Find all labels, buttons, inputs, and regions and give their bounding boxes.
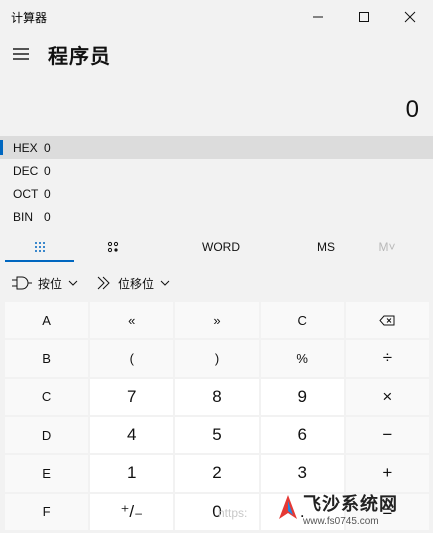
key-modulo[interactable]: %: [260, 340, 344, 377]
base-row-bin[interactable]: BIN 0: [0, 205, 433, 228]
close-button[interactable]: [387, 0, 433, 34]
maximize-icon: [359, 12, 369, 22]
key-rotate-left[interactable]: «: [90, 302, 174, 339]
base-label: OCT: [13, 186, 39, 201]
key-2[interactable]: 2: [175, 455, 259, 492]
tab-active-line: [5, 260, 74, 262]
key-9[interactable]: 9: [260, 378, 344, 415]
base-row-dec[interactable]: DEC 0: [0, 159, 433, 182]
key-open-paren[interactable]: (: [90, 340, 174, 377]
key-close-paren[interactable]: ): [175, 340, 259, 377]
key-5[interactable]: 5: [175, 416, 259, 454]
title-bar: 计算器: [0, 0, 433, 34]
keypad-tabs: WORD MS M˅: [0, 232, 433, 262]
key-d[interactable]: D: [5, 416, 89, 454]
key-7[interactable]: 7: [90, 378, 174, 415]
key-b[interactable]: B: [5, 340, 89, 377]
active-indicator: [0, 140, 3, 155]
base-label: HEX: [13, 140, 38, 155]
logic-gate-icon: [12, 276, 32, 290]
key-f[interactable]: F: [5, 493, 89, 530]
keypad: A « » C B ( ) % ÷ C 7 8 9 × D 4 5 6 − E …: [5, 302, 429, 530]
base-row-hex[interactable]: HEX 0: [0, 136, 433, 159]
key-0[interactable]: 0: [175, 493, 259, 530]
key-e[interactable]: E: [5, 455, 89, 492]
key-equals[interactable]: =: [345, 493, 429, 530]
bit-operations-bar: 按位 位移位: [0, 268, 433, 298]
base-value: 0: [44, 209, 51, 224]
bitwise-dropdown[interactable]: 按位: [12, 268, 78, 298]
minimize-button[interactable]: [295, 0, 341, 34]
key-c[interactable]: C: [5, 378, 89, 415]
bit-toggle-icon: [107, 241, 119, 253]
bitwise-label: 按位: [38, 276, 63, 291]
key-subtract[interactable]: −: [345, 416, 429, 454]
key-1[interactable]: 1: [90, 455, 174, 492]
base-value: 0: [44, 140, 51, 155]
key-6[interactable]: 6: [260, 416, 344, 454]
bitshift-label: 位移位: [118, 276, 155, 291]
key-clear[interactable]: C: [260, 302, 344, 339]
number-base-list: HEX 0 DEC 0 OCT 0 BIN 0: [0, 136, 433, 228]
memory-list-button[interactable]: M˅: [357, 232, 417, 262]
key-3[interactable]: 3: [260, 455, 344, 492]
key-a[interactable]: A: [5, 302, 89, 339]
base-row-oct[interactable]: OCT 0: [0, 182, 433, 205]
navigation-menu-button[interactable]: [0, 34, 42, 74]
key-8[interactable]: 8: [175, 378, 259, 415]
maximize-button[interactable]: [341, 0, 387, 34]
key-4[interactable]: 4: [90, 416, 174, 454]
chevron-down-icon: [160, 280, 170, 286]
window-title: 计算器: [11, 10, 48, 25]
app-header: 程序员: [0, 34, 433, 74]
key-multiply[interactable]: ×: [345, 378, 429, 415]
tab-word-size[interactable]: WORD: [147, 232, 295, 262]
hamburger-icon: [13, 48, 29, 60]
backspace-icon: [379, 315, 395, 326]
result-display: 0: [405, 96, 419, 123]
base-label: BIN: [13, 209, 34, 224]
memory-store-button[interactable]: MS: [295, 232, 357, 262]
key-backspace[interactable]: [345, 302, 429, 339]
tab-bit-toggle[interactable]: [79, 232, 147, 262]
window-controls: [295, 0, 433, 34]
base-value: 0: [44, 163, 51, 178]
tab-full-keypad[interactable]: [0, 232, 79, 262]
base-label: DEC: [13, 163, 39, 178]
key-add[interactable]: +: [345, 455, 429, 492]
key-negate[interactable]: ⁺/₋: [90, 493, 174, 530]
keypad-grid-icon: [34, 242, 45, 252]
key-divide[interactable]: ÷: [345, 340, 429, 377]
chevron-down-icon: [68, 280, 78, 286]
bitshift-dropdown[interactable]: 位移位: [96, 268, 170, 298]
key-rotate-right[interactable]: »: [175, 302, 259, 339]
minimize-icon: [313, 16, 323, 18]
page-title: 程序员: [48, 45, 111, 68]
key-decimal[interactable]: .: [260, 493, 344, 530]
close-icon: [404, 11, 416, 23]
bit-shift-icon: [97, 276, 110, 290]
base-value: 0: [44, 186, 51, 201]
